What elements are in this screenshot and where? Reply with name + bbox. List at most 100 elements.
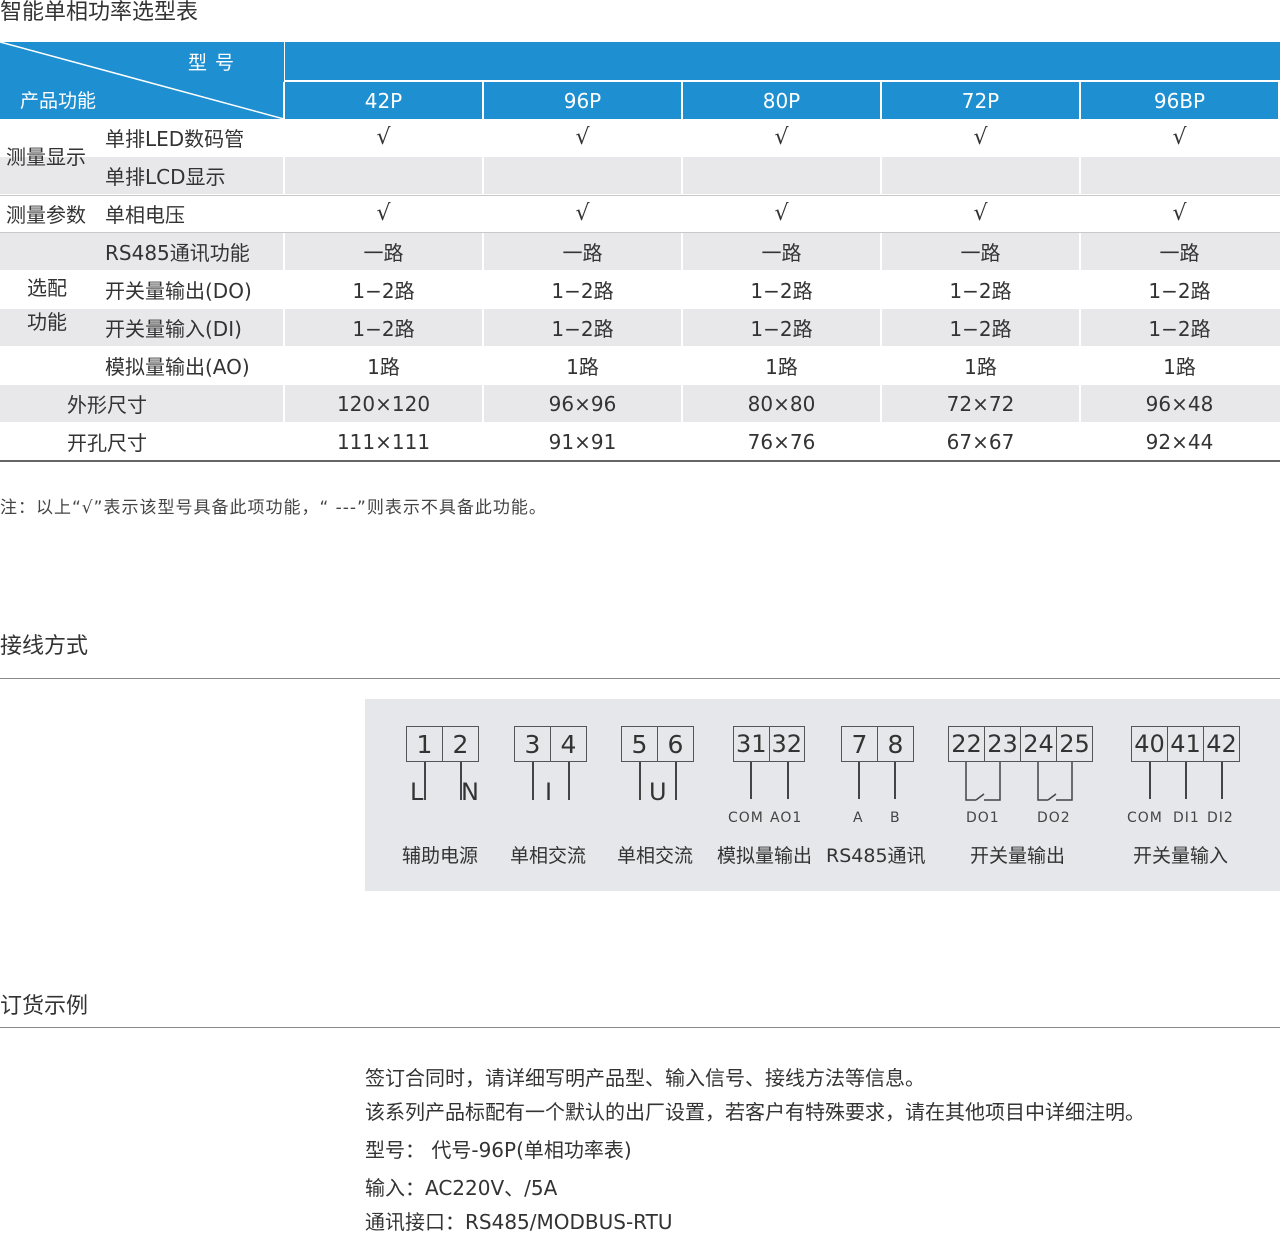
table-cell: √ xyxy=(973,125,988,150)
table-cell: 一路 xyxy=(363,241,404,265)
sub-label-b: B xyxy=(890,810,901,826)
wire xyxy=(568,762,570,800)
model-header-3: 72P xyxy=(882,82,1079,119)
header-band xyxy=(285,42,1280,80)
terminal-32: 32 xyxy=(768,727,805,761)
terminal-4: 4 xyxy=(550,727,586,761)
table-cell: 76×76 xyxy=(747,429,816,454)
wire xyxy=(1149,762,1151,799)
table-cell: 80×80 xyxy=(747,391,816,416)
table-cell xyxy=(683,157,880,194)
order-title: 订货示例 xyxy=(0,994,89,1019)
table-cell: 一路 xyxy=(761,241,802,265)
table-cell: √ xyxy=(774,201,789,226)
group-divider xyxy=(0,232,1280,233)
row-label: 单相电压 xyxy=(105,203,185,227)
order-line-3: 型号： 代号-96P(单相功率表) xyxy=(365,1138,632,1162)
table-cell: 1路 xyxy=(1163,355,1196,379)
terminal-3: 3 xyxy=(524,729,541,759)
wire xyxy=(424,762,426,800)
table-cell: 96×96 xyxy=(548,391,617,416)
terminal-25: 25 xyxy=(1056,727,1092,761)
table-cell: 1路 xyxy=(765,355,798,379)
group-divider xyxy=(0,195,1280,196)
sub-label-com: COM xyxy=(728,810,764,826)
table-cell: √ xyxy=(376,201,391,226)
table-cell xyxy=(882,157,1079,194)
model-header-4: 96BP xyxy=(1081,82,1278,119)
table-cell: 1−2路 xyxy=(352,279,415,303)
table-cell: √ xyxy=(575,201,590,226)
wiring-title: 接线方式 xyxy=(0,634,89,659)
caption-voltage: 单相交流 xyxy=(617,845,694,867)
terminal-42: 42 xyxy=(1203,727,1239,761)
table-cell: √ xyxy=(1172,125,1187,150)
table-cell: 67×67 xyxy=(946,429,1015,454)
sub-label-do1: DO1 xyxy=(966,810,1000,826)
row-label: 单排LCD显示 xyxy=(105,165,226,189)
order-line-5: 通讯接口：RS485/MODBUS-RTU xyxy=(365,1210,673,1234)
order-line-2: 该系列产品标配有一个默认的出厂设置，若客户有特殊要求，请在其他项目中详细注明。 xyxy=(365,1100,1145,1124)
terminal-23: 23 xyxy=(984,727,1020,761)
order-line-4: 输入：AC220V、/5A xyxy=(365,1176,558,1200)
terminal-24: 24 xyxy=(1020,727,1056,761)
terminal-block-analog-out: 31 32 xyxy=(733,726,805,762)
table-note: 注：以上“√”表示该型号具备此项功能，“ ---”则表示不具备此功能。 xyxy=(0,498,547,518)
wire xyxy=(639,762,641,800)
table-cell: 一路 xyxy=(562,241,603,265)
table-cell: 111×111 xyxy=(336,429,431,454)
row-label: 模拟量输出(AO) xyxy=(105,355,250,379)
sub-label-com: COM xyxy=(1127,810,1163,826)
table-cell xyxy=(285,157,482,194)
column-separator xyxy=(482,82,484,460)
terminal-1: 1 xyxy=(416,729,433,759)
terminal-41: 41 xyxy=(1167,727,1203,761)
wire-label-i: I xyxy=(545,778,553,806)
model-header-2: 80P xyxy=(683,82,880,119)
relay-contact-icon xyxy=(965,762,1073,801)
group-label-optional-1: 选配 xyxy=(27,276,67,300)
row-label: 开关量输入(DI) xyxy=(105,317,242,341)
caption-digital-in: 开关量输入 xyxy=(1133,845,1229,867)
table-cell: 1−2路 xyxy=(1148,279,1211,303)
terminal-7: 7 xyxy=(851,729,868,759)
model-header-1: 96P xyxy=(484,82,681,119)
order-title-rule xyxy=(0,1027,1280,1028)
caption-current: 单相交流 xyxy=(510,845,587,867)
terminal-block-current: 3 4 xyxy=(514,726,587,762)
table-cell: 91×91 xyxy=(548,429,617,454)
caption-digital-out: 开关量输出 xyxy=(970,845,1066,867)
terminal-block-rs485: 7 8 xyxy=(841,726,914,762)
header-model-label: 型号 xyxy=(188,52,243,74)
table-cell: 一路 xyxy=(1159,241,1200,265)
sub-label-a: A xyxy=(853,810,864,826)
group-label-optional-2: 功能 xyxy=(27,310,67,334)
header-diagonal-cell: 型号 产品功能 xyxy=(0,42,284,119)
terminal-block-digital-in: 40 41 42 xyxy=(1131,726,1240,762)
wire xyxy=(1221,762,1223,799)
sub-label-ao1: AO1 xyxy=(770,810,803,826)
terminal-31: 31 xyxy=(735,730,767,758)
terminal-8: 8 xyxy=(877,727,913,761)
wire-label-u: U xyxy=(649,778,667,806)
table-cell: 72×72 xyxy=(946,391,1015,416)
sub-label-di1: DI1 xyxy=(1173,810,1200,826)
group-label-display: 测量显示 xyxy=(6,145,86,169)
table-cell xyxy=(484,157,681,194)
wire-label-l: L xyxy=(410,778,424,806)
table-cell xyxy=(1081,157,1278,194)
sub-label-do2: DO2 xyxy=(1037,810,1071,826)
table-cell: 1−2路 xyxy=(750,317,813,341)
table-cell: 1−2路 xyxy=(551,317,614,341)
row-label: 外形尺寸 xyxy=(67,393,147,417)
terminal-6: 6 xyxy=(657,727,693,761)
table-cell: 1−2路 xyxy=(1148,317,1211,341)
table-cell: 1−2路 xyxy=(750,279,813,303)
table-cell: 1−2路 xyxy=(949,317,1012,341)
row-label: 开孔尺寸 xyxy=(67,431,147,455)
wire xyxy=(787,762,789,799)
table-cell: 1路 xyxy=(367,355,400,379)
table-bottom-rule xyxy=(0,460,1280,462)
table-cell: 96×48 xyxy=(1145,391,1214,416)
terminal-22: 22 xyxy=(951,730,982,758)
